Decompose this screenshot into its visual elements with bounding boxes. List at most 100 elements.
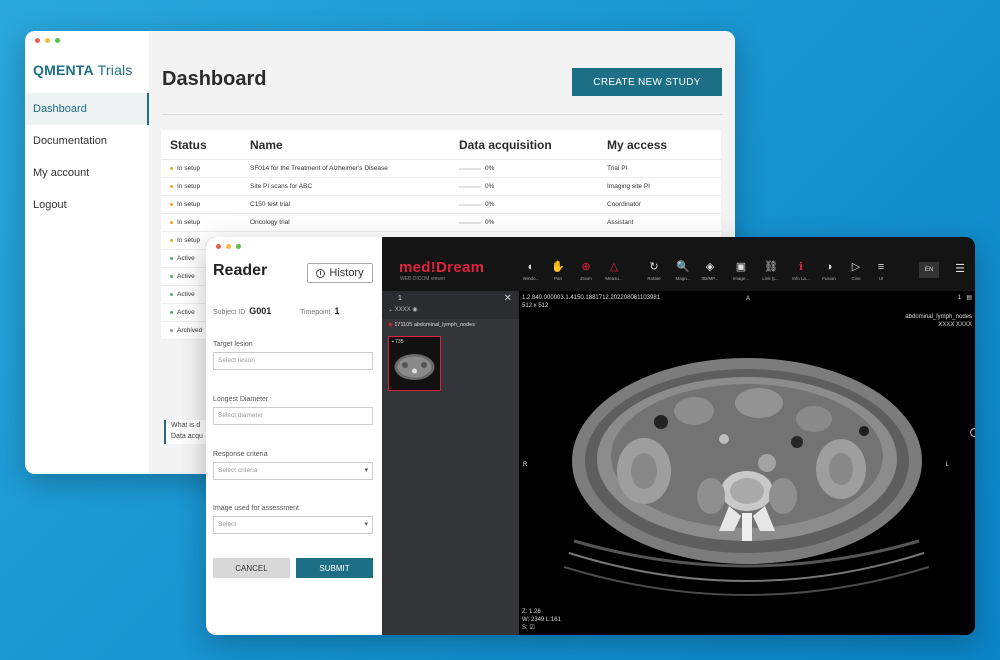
- response-criteria-select[interactable]: Select criteria ▾: [213, 462, 373, 480]
- history-label: History: [329, 267, 364, 279]
- progress-bar: [459, 185, 481, 188]
- status-dot-icon: [170, 328, 173, 332]
- menu-icon: ≡: [877, 261, 885, 273]
- tool-contrast-button[interactable]: ◐ Windo...: [517, 261, 545, 281]
- meddream-logo: med!Dream: [399, 259, 485, 276]
- status-text: Active: [177, 291, 195, 298]
- close-icon[interactable]: ✕: [504, 293, 512, 304]
- table-header: Status Name Data acquisition My access: [161, 130, 721, 160]
- series-header: 1 ✕ ⌄ XXXX ◉: [382, 291, 519, 319]
- cancel-button[interactable]: CANCEL: [213, 558, 290, 578]
- tool-label: Cine: [851, 276, 861, 281]
- table-row[interactable]: In setup Site PI scans for ABC 0% Imaging s…: [161, 178, 721, 196]
- tool-pan-button[interactable]: ✋ Pan: [544, 261, 572, 281]
- status-dot-icon: [170, 256, 173, 260]
- link-icon: ⛓: [764, 261, 778, 273]
- contrast-icon: ◐: [527, 261, 535, 273]
- reader-panel: Reader History Subject ID G001 Timepoint 1…: [206, 237, 382, 635]
- tool-play-button[interactable]: ▷ Cine: [842, 261, 870, 281]
- name-cell: Site PI scans for ABC: [250, 183, 313, 190]
- tool-measure-button[interactable]: △ Measu...: [600, 261, 628, 281]
- progress-bar: [459, 203, 481, 206]
- status-dot-icon: [170, 292, 173, 296]
- image-viewport[interactable]: 1.2.840.000003.1.4150.1881712.2022080611…: [519, 291, 975, 635]
- tool-menu-button[interactable]: ≡ UI: [867, 261, 895, 281]
- overlay-s-label: S:: [522, 625, 528, 631]
- series-item[interactable]: ◉ 171105 abdominal_lymph_nodes: [382, 319, 519, 332]
- sidebar-item-dashboard[interactable]: Dashboard: [25, 93, 149, 125]
- maximize-dot[interactable]: [236, 244, 241, 249]
- file-icon[interactable]: ▤: [966, 294, 972, 302]
- maximize-dot[interactable]: [55, 38, 60, 43]
- window-controls: [35, 38, 60, 43]
- status-cell: In setup: [161, 201, 250, 208]
- table-row[interactable]: In setup SF014 for the Treatment of Alzhe…: [161, 160, 721, 178]
- status-cell: In setup: [161, 219, 250, 226]
- target-lesion-input[interactable]: Select lesion: [213, 352, 373, 370]
- longest-diameter-input[interactable]: Select diameter: [213, 407, 373, 425]
- tool-label: Windo...: [522, 276, 540, 281]
- name-cell: SF014 for the Treatment of Alzheimer's D…: [250, 165, 388, 172]
- progress-bar: [459, 167, 481, 170]
- close-dot[interactable]: [35, 38, 40, 43]
- tool-rotate-button[interactable]: ↻ Rotate: [640, 261, 668, 281]
- status-text: Active: [177, 255, 195, 262]
- progress-bar: [459, 221, 481, 224]
- sidebar-item-logout[interactable]: Logout: [25, 189, 149, 221]
- tool-info-button[interactable]: ℹ Info La...: [787, 261, 815, 281]
- access-cell: Imaging site PI: [607, 183, 650, 190]
- tool-magnify-button[interactable]: 🔍 Magn...: [669, 261, 697, 281]
- scroll-handle[interactable]: [970, 428, 975, 437]
- status-text: Active: [177, 309, 195, 316]
- image-icon: ▣: [735, 261, 747, 273]
- series-thumbnail[interactable]: ▪ 735: [388, 336, 441, 391]
- meddream-subtitle: WEB DICOM viewer: [400, 276, 446, 282]
- data-acquisition-cell: 0%: [459, 183, 607, 190]
- history-button[interactable]: History: [307, 263, 373, 283]
- status-dot-icon: [170, 220, 173, 224]
- submit-button[interactable]: SUBMIT: [296, 558, 373, 578]
- series-subtitle[interactable]: ⌄ XXXX ◉: [388, 306, 418, 313]
- create-new-study-button[interactable]: CREATE NEW STUDY: [572, 68, 722, 96]
- access-cell: Trial PI: [607, 165, 628, 172]
- magnify-icon: 🔍: [676, 261, 690, 273]
- qmenta-logo: QMENTA Trials: [33, 62, 133, 78]
- sidebar-item-my-account[interactable]: My account: [25, 157, 149, 189]
- image-used-select[interactable]: Select ▾: [213, 516, 373, 534]
- tool-zoom-button[interactable]: ⊕ Zoom: [572, 261, 600, 281]
- sidebar-item-documentation[interactable]: Documentation: [25, 125, 149, 157]
- minimize-dot[interactable]: [45, 38, 50, 43]
- fusion-icon: ◑: [825, 261, 833, 273]
- close-dot[interactable]: [216, 244, 221, 249]
- tool-link-button[interactable]: ⛓ Link (L...: [757, 261, 785, 281]
- status-dot-icon: [170, 184, 173, 188]
- series-name: 171105 abdominal_lymph_nodes: [394, 322, 475, 328]
- status-text: Archived: [177, 327, 203, 334]
- overlay-uid: 1.2.840.000003.1.4150.1881712.2022080611…: [522, 295, 661, 301]
- status-cell: In setup: [161, 165, 250, 172]
- checkbox-icon[interactable]: ☑: [529, 625, 534, 631]
- timepoint: Timepoint 1: [300, 306, 340, 316]
- tool-layers-button[interactable]: ◈ 3D/MP...: [696, 261, 724, 281]
- data-acquisition-value: 0%: [485, 183, 495, 190]
- tool-image-button[interactable]: ▣ Image...: [727, 261, 755, 281]
- overlay-right-number: 1: [957, 295, 961, 301]
- language-button[interactable]: EN: [919, 262, 939, 278]
- status-text: In setup: [177, 183, 201, 190]
- minimize-dot[interactable]: [226, 244, 231, 249]
- tool-label: Fusion: [822, 276, 836, 281]
- sliders-icon[interactable]: ☰: [955, 262, 965, 275]
- column-header-status[interactable]: Status: [161, 138, 250, 152]
- overlay-window-level: W: 2349 L:161: [522, 617, 561, 623]
- column-header-name[interactable]: Name: [250, 138, 459, 152]
- column-header-data-acquisition[interactable]: Data acquisition: [459, 138, 607, 152]
- image-used-value: Select: [218, 521, 237, 528]
- column-header-my-access[interactable]: My access: [607, 138, 717, 152]
- window-controls: [216, 244, 241, 249]
- status-dot-icon: [170, 310, 173, 314]
- status-cell: In setup: [161, 183, 250, 190]
- table-row[interactable]: In setup Oncology trial 0% Assistant: [161, 214, 721, 232]
- tool-fusion-button[interactable]: ◑ Fusion: [815, 261, 843, 281]
- table-row[interactable]: In setup C150 test trial 0% Coordinator: [161, 196, 721, 214]
- status-text: Active: [177, 273, 195, 280]
